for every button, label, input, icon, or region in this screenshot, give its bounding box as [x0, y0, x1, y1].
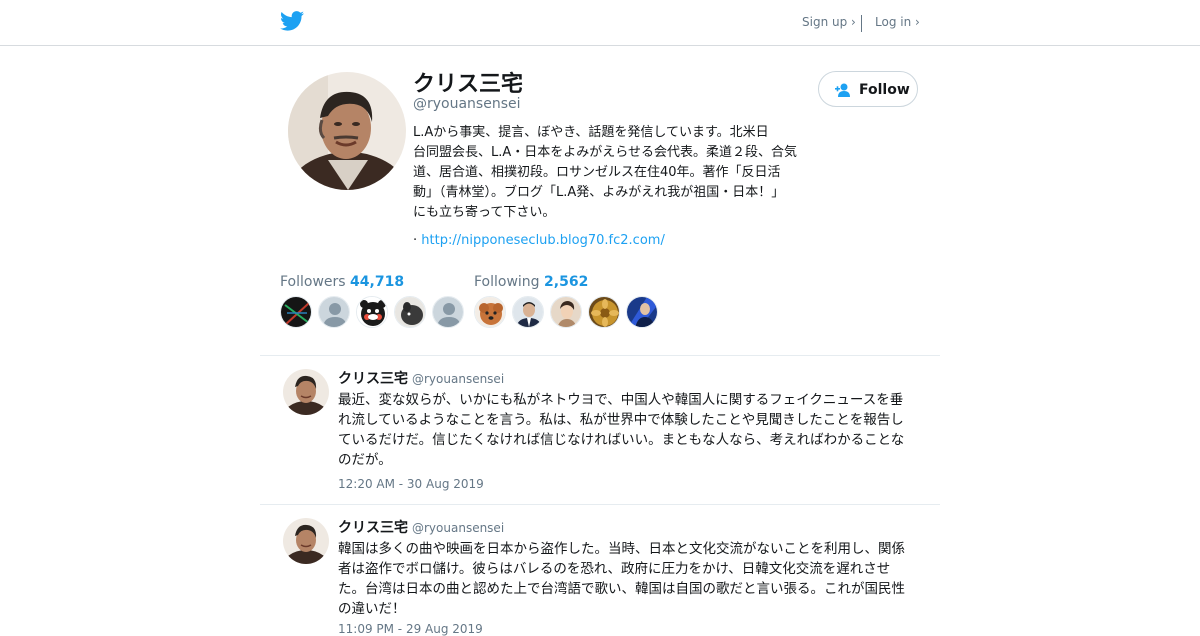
profile-name: クリス三宅	[413, 72, 524, 97]
following-avatar[interactable]	[588, 296, 620, 328]
profile-avatar[interactable]	[288, 72, 406, 190]
profile-url: · http://nipponeseclub.blog70.fc2.com/	[413, 233, 665, 248]
top-nav-bar: Sign up › Log in ›	[0, 0, 1200, 46]
following-avatar[interactable]	[512, 296, 544, 328]
following-avatar[interactable]	[626, 296, 658, 328]
sign-up-link[interactable]: Sign up ›	[802, 15, 856, 29]
tweet-author[interactable]: クリス三宅 @ryouansensei	[338, 368, 504, 388]
tweet-author-handle: @ryouansensei	[412, 372, 505, 386]
follower-avatar[interactable]	[432, 296, 464, 328]
url-bullet: ·	[413, 233, 418, 248]
following-stat[interactable]: Following 2,562	[474, 274, 588, 290]
tweet-author-avatar[interactable]	[283, 518, 329, 564]
bio-line: 動」（青林堂）。ブログ「L.A発、よみがえれ我が祖国・日本！」	[413, 185, 785, 200]
tweet-author-avatar[interactable]	[283, 369, 329, 415]
bio-line: 台同盟会長、L.A・日本をよみがえらせる会代表。柔道２段、合気	[413, 145, 798, 160]
tweet-divider	[260, 355, 940, 356]
follow-button-label: Follow	[859, 82, 910, 98]
follower-avatar[interactable]	[318, 296, 350, 328]
tweet-line: 韓国は多くの曲や映画を日本から盗作した。当時、日本と文化交流がないことを利用し、…	[338, 541, 905, 557]
tweet-author-name: クリス三宅	[338, 371, 408, 387]
tweet-author-name: クリス三宅	[338, 520, 408, 536]
profile-website-link[interactable]: http://nipponeseclub.blog70.fc2.com/	[421, 233, 665, 248]
add-user-icon	[835, 82, 853, 98]
following-avatar[interactable]	[550, 296, 582, 328]
tweet-line: れ流しているようなことを言う。私は、私が世界中で体験したことや見聞きしたことを報…	[338, 412, 904, 428]
following-avatar[interactable]	[474, 296, 506, 328]
tweet-author-handle: @ryouansensei	[412, 521, 505, 535]
tweet-timestamp[interactable]: 12:20 AM - 30 Aug 2019	[338, 477, 484, 491]
following-count: 2,562	[544, 274, 589, 290]
tweet-line: 最近、変な奴らが、いかにも私がネトウヨで、中国人や韓国人に関するフェイクニュース…	[338, 392, 904, 408]
profile-handle: @ryouansensei	[413, 96, 521, 112]
bio-line: にも立ち寄って下さい。	[413, 205, 556, 220]
tweet-timestamp[interactable]: 11:09 PM - 29 Aug 2019	[338, 622, 483, 636]
follow-button[interactable]: Follow	[818, 71, 918, 107]
tweet-text: 最近、変な奴らが、いかにも私がネトウヨで、中国人や韓国人に関するフェイクニュース…	[338, 390, 938, 470]
followers-label: Followers	[280, 274, 346, 290]
tweet-text: 韓国は多くの曲や映画を日本から盗作した。当時、日本と文化交流がないことを利用し、…	[338, 539, 938, 619]
tweet-author[interactable]: クリス三宅 @ryouansensei	[338, 517, 504, 537]
tweet-line: のだが。	[338, 452, 392, 468]
twitter-bird-icon[interactable]	[280, 11, 304, 31]
log-in-link[interactable]: Log in ›	[875, 15, 920, 29]
profile-bio: L.Aから事実、提言、ぼやき、話題を発信しています。北米日 台同盟会長、L.A・…	[413, 123, 833, 223]
tweet-line: 者は盗作でボロ儲け。彼らはバレるのを恐れ、政府に圧力をかけ、日韓文化交流を遅れさ…	[338, 561, 891, 577]
follower-avatar[interactable]	[394, 296, 426, 328]
following-label: Following	[474, 274, 540, 290]
bio-line: 道、居合道、相撲初段。ロサンゼルス在住40年。著作「反日活	[413, 165, 781, 180]
followers-stat[interactable]: Followers 44,718	[280, 274, 404, 290]
tweet-line: ているだけだ。信じたくなければ信じなければいい。まともな人なら、考えればわかるこ…	[338, 432, 905, 448]
nav-divider	[861, 15, 862, 32]
tweet-divider	[260, 504, 940, 505]
tweet-line: の違いだ！	[338, 601, 406, 617]
tweet-line: た。台湾は日本の曲と認めた上で台湾語で歌い、韓国は自国の歌だと言い張る。これが国…	[338, 581, 905, 597]
followers-count: 44,718	[350, 274, 405, 290]
follower-avatar[interactable]	[356, 296, 388, 328]
follower-avatar[interactable]	[280, 296, 312, 328]
bio-line: L.Aから事実、提言、ぼやき、話題を発信しています。北米日	[413, 125, 769, 140]
